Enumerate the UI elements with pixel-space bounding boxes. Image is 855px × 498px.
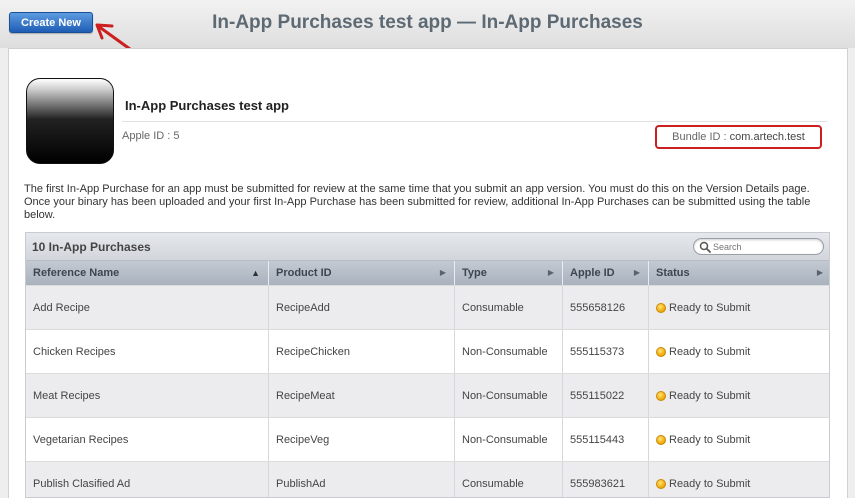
cell-apple-id: 555115443 [563,418,649,462]
app-icon [26,78,114,164]
table-caption: 10 In-App Purchases [32,240,151,254]
cell-apple-id: 555115022 [563,374,649,418]
status-text: Ready to Submit [669,346,751,358]
sort-arrow-right-icon: ▶ [816,268,823,277]
table-row[interactable]: Meat Recipes RecipeMeat Non-Consumable 5… [26,373,829,418]
column-label: Status [656,267,690,279]
cell-status: Ready to Submit [649,286,829,330]
cell-status: Ready to Submit [649,330,829,374]
sort-arrow-up-icon: ▲ [251,268,260,278]
status-text: Ready to Submit [669,478,751,490]
cell-product-id: RecipeMeat [269,374,455,418]
column-label: Apple ID [570,267,615,279]
app-divider [122,121,827,122]
sort-arrow-right-icon: ▶ [633,268,640,277]
cell-reference-name[interactable]: Add Recipe [26,286,269,330]
column-header-type[interactable]: Type ▶ [455,261,563,285]
cell-product-id: RecipeAdd [269,286,455,330]
cell-product-id: RecipeChicken [269,330,455,374]
table-row[interactable]: Vegetarian Recipes RecipeVeg Non-Consuma… [26,417,829,462]
search-field[interactable] [693,238,824,255]
cell-reference-name[interactable]: Meat Recipes [26,374,269,418]
top-bar: Create New In-App Purchases test app — I… [0,0,855,64]
submission-note: The first In-App Purchase for an app mus… [24,183,811,221]
apple-id-line: Apple ID : 5 [122,130,180,142]
cell-status: Ready to Submit [649,374,829,418]
cell-product-id: RecipeVeg [269,418,455,462]
status-dot-icon [656,435,666,445]
column-header-apple-id[interactable]: Apple ID ▶ [563,261,649,285]
status-dot-icon [656,479,666,489]
column-label: Product ID [276,267,332,279]
cell-type: Non-Consumable [455,330,563,374]
status-dot-icon [656,391,666,401]
status-dot-icon [656,303,666,313]
cell-product-id: PublishAd [269,462,455,497]
status-text: Ready to Submit [669,302,751,314]
cell-type: Non-Consumable [455,374,563,418]
cell-reference-name[interactable]: Vegetarian Recipes [26,418,269,462]
sort-arrow-right-icon: ▶ [547,268,554,277]
in-app-purchases-table: 10 In-App Purchases Reference Name ▲ Pro… [25,232,830,498]
sort-arrow-right-icon: ▶ [439,268,446,277]
column-header-reference-name[interactable]: Reference Name ▲ [26,261,269,285]
cell-type: Consumable [455,286,563,330]
column-header-product-id[interactable]: Product ID ▶ [269,261,455,285]
cell-status: Ready to Submit [649,418,829,462]
apple-id-value: 5 [173,130,180,142]
table-header: Reference Name ▲ Product ID ▶ Type ▶ App… [26,261,829,285]
table-row[interactable]: Add Recipe RecipeAdd Consumable 55565812… [26,285,829,330]
table-caption-bar: 10 In-App Purchases [26,233,829,261]
status-dot-icon [656,347,666,357]
bundle-id-box: Bundle ID : com.artech.test [655,125,822,149]
page-title: In-App Purchases test app — In-App Purch… [212,12,643,33]
status-text: Ready to Submit [669,390,751,402]
table-row[interactable]: Publish Clasified Ad PublishAd Consumabl… [26,461,829,497]
search-input[interactable] [713,241,818,252]
cell-reference-name[interactable]: Chicken Recipes [26,330,269,374]
cell-type: Non-Consumable [455,418,563,462]
cell-status: Ready to Submit [649,462,829,497]
search-icon [699,241,711,253]
bundle-id-label: Bundle ID : [672,131,727,143]
cell-apple-id: 555658126 [563,286,649,330]
cell-apple-id: 555115373 [563,330,649,374]
bundle-id-value: com.artech.test [729,131,805,143]
column-label: Reference Name [33,267,120,279]
cell-reference-name[interactable]: Publish Clasified Ad [26,462,269,497]
table-row[interactable]: Chicken Recipes RecipeChicken Non-Consum… [26,329,829,374]
cell-apple-id: 555983621 [563,462,649,497]
status-text: Ready to Submit [669,434,751,446]
app-name: In-App Purchases test app [125,98,289,113]
cell-type: Consumable [455,462,563,497]
column-label: Type [462,267,487,279]
column-header-status[interactable]: Status ▶ [649,261,829,285]
apple-id-label: Apple ID : [122,130,171,142]
